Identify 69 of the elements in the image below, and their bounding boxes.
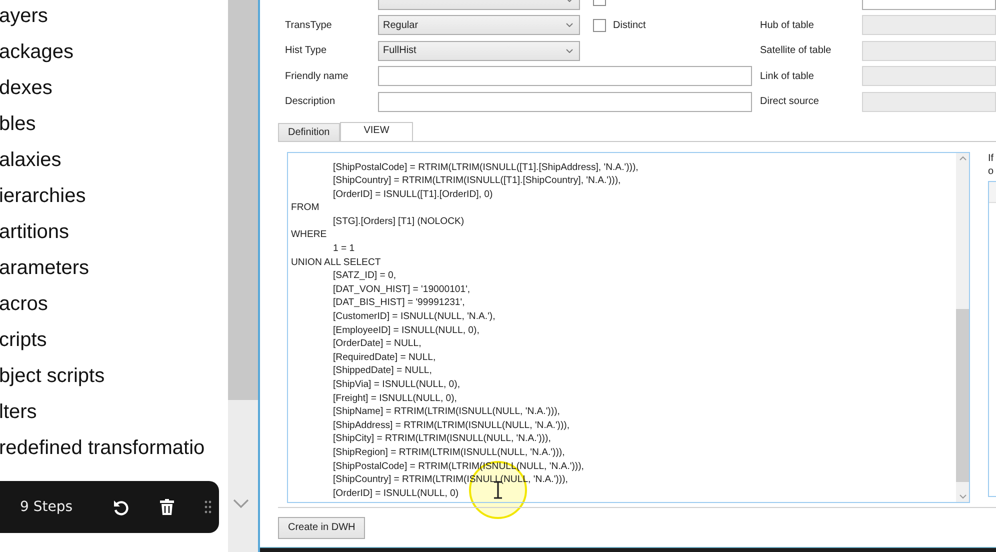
sidebar-item[interactable]: acros xyxy=(0,286,228,322)
code-line: [OrderDate] = NULL, xyxy=(332,337,422,351)
sidebar-item[interactable]: ierarchies xyxy=(0,178,228,214)
code-line: WHERE xyxy=(291,228,328,242)
field-label: Hub of table xyxy=(760,20,815,31)
code-line: [DAT_BIS_HIST] = '99991231', xyxy=(332,296,466,310)
checkbox-label: Distinct xyxy=(613,20,646,31)
dropdown-value: Regular xyxy=(383,20,418,31)
code-line: [STG].[Orders] [T1] (NOLOCK) xyxy=(332,214,466,228)
code-line: [SATZ_ID] = 0, xyxy=(332,269,398,283)
trash-icon[interactable] xyxy=(160,499,174,515)
sidebar-item[interactable]: ayers xyxy=(0,0,228,34)
code-line: [ShippedDate] = NULL, xyxy=(332,364,433,378)
dropdown[interactable]: FullHist xyxy=(378,40,580,61)
sidebar-item[interactable]: dexes xyxy=(0,70,228,106)
field-label: Direct source xyxy=(760,96,820,108)
code-line: [ShipVia] = ISNULL(NULL, 0), xyxy=(332,378,461,392)
dropdown-value: FullHist xyxy=(383,45,416,56)
code-line: [RequiredDate] = NULL, xyxy=(332,350,437,364)
field-label: TransType xyxy=(285,20,333,31)
field-label: Link of table xyxy=(760,70,815,82)
code-line: [EmployeeID] = ISNULL(NULL, 0), xyxy=(332,324,480,338)
code-line: [ShipName] = RTRIM(LTRIM(ISNULL(NULL, 'N.A.'))), xyxy=(332,405,561,419)
chevron-down-icon[interactable] xyxy=(958,494,966,498)
code-line: [Freight] = ISNULL(NULL, 0), xyxy=(332,392,458,406)
code-line: FROM xyxy=(291,201,320,215)
undo-icon[interactable] xyxy=(112,498,130,516)
sidebar-item[interactable]: lters xyxy=(0,394,228,430)
tab[interactable]: VIEW xyxy=(340,122,414,142)
code-line: [DAT_VON_HIST] = '19000101', xyxy=(332,282,472,296)
field-label: Description xyxy=(285,96,336,108)
note-text: o xyxy=(988,164,995,178)
code-editor[interactable] xyxy=(287,152,970,502)
sidebar-item[interactable]: arameters xyxy=(0,250,228,286)
create-button[interactable]: Create in DWH xyxy=(278,516,366,538)
code-line: [ShipPostalCode] = RTRIM(LTRIM(ISNULL([T1].[ShipAddress], 'N.A.'))), xyxy=(332,160,640,174)
drag-handle-icon[interactable] xyxy=(204,500,212,514)
code-line: [ShipAddress] = RTRIM(LTRIM(ISNULL(NULL, 'N.A.'))), xyxy=(332,418,571,432)
sidebar-item[interactable]: bject scripts xyxy=(0,358,228,394)
text-field[interactable] xyxy=(378,92,752,112)
field-label: Hist Type xyxy=(285,45,328,56)
checkbox[interactable] xyxy=(593,18,606,32)
chevron-down-icon[interactable] xyxy=(566,48,573,53)
code-line: [OrderID] = ISNULL([T1].[OrderID], 0) xyxy=(332,188,494,202)
dropdown[interactable]: Regular xyxy=(378,15,580,36)
scrollbar-thumb[interactable] xyxy=(228,0,258,400)
sidebar-item[interactable]: redefined transformatio xyxy=(0,430,228,466)
chevron-down-icon[interactable] xyxy=(566,23,573,28)
tab[interactable]: Definition xyxy=(278,122,340,140)
code-line: [ShipRegion] = RTRIM(LTRIM(ISNULL(NULL, 'N.A.'))), xyxy=(332,446,566,460)
code-line: [ShipCity] = RTRIM(LTRIM(ISNULL(NULL, 'N.A.'))), xyxy=(332,432,552,446)
sidebar-item[interactable]: alaxies xyxy=(0,142,228,178)
code-line: 1 = 1 xyxy=(332,242,356,256)
sidebar-item[interactable]: ackages xyxy=(0,34,228,70)
sidebar-item[interactable]: artitions xyxy=(0,214,228,250)
note-text: If xyxy=(988,152,995,164)
chevron-up-icon[interactable] xyxy=(958,156,966,160)
field-label: Satellite of table xyxy=(760,45,832,56)
steps-count: 9 Steps xyxy=(20,499,74,515)
code-line: UNION ALL SELECT xyxy=(291,256,382,270)
code-line: [CustomerID] = ISNULL(NULL, 'N.A.'), xyxy=(332,310,496,324)
field-label: Friendly name xyxy=(285,70,350,82)
code-line: [OrderID] = ISNULL(NULL, 0) xyxy=(332,486,460,500)
text-field[interactable] xyxy=(378,66,752,86)
chevron-down-icon[interactable] xyxy=(233,499,249,509)
scrollbar[interactable] xyxy=(956,152,969,502)
sidebar-item[interactable]: bles xyxy=(0,106,228,142)
code-line: [ShipCountry] = RTRIM(LTRIM(ISNULL([T1].[ShipCountry], 'N.A.'))), xyxy=(332,174,622,188)
sidebar-item[interactable]: cripts xyxy=(0,322,228,358)
